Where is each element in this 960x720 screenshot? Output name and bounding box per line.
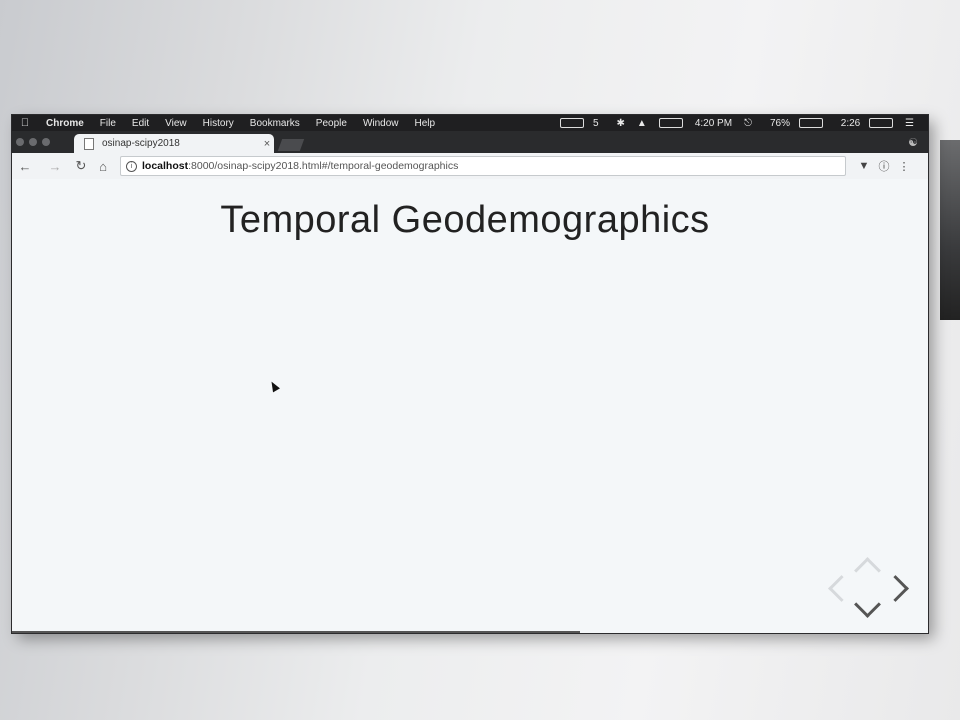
browser-toolbar: ← → ↻ ⌂ i localhost:8000/osinap-scipy201…: [12, 153, 928, 180]
menu-people[interactable]: People: [308, 118, 355, 129]
keyboard-input-icon[interactable]: [653, 117, 689, 129]
mouse-cursor-icon: [268, 379, 280, 393]
page-icon: [84, 137, 94, 150]
minimize-window-button[interactable]: [29, 138, 37, 146]
apple-menu-icon[interactable]: : [12, 117, 38, 129]
menu-help[interactable]: Help: [407, 118, 444, 129]
menubar-status: 5 ✱ ▲ 4:20 PM ⎋ 76% 2:26 ☰: [554, 118, 928, 129]
nav-right-icon[interactable]: [882, 575, 909, 602]
tab-bar: osinap-scipy2018 × ☯: [12, 131, 928, 153]
bluetooth-icon[interactable]: ✱: [611, 118, 631, 129]
timer-value: 2:26: [840, 117, 861, 129]
address-bar[interactable]: i localhost:8000/osinap-scipy2018.html#/…: [120, 156, 846, 176]
menu-view[interactable]: View: [157, 118, 195, 129]
browser-window:  Chrome File Edit View History Bookmark…: [12, 115, 928, 633]
menubar-menu: Chrome File Edit View History Bookmarks …: [38, 118, 443, 129]
window-controls: [16, 138, 50, 146]
forward-arrow-icon[interactable]: →: [44, 159, 66, 174]
menu-app-chrome[interactable]: Chrome: [38, 118, 92, 129]
wifi-icon[interactable]: ▲: [631, 118, 653, 129]
reload-icon[interactable]: ↻: [70, 158, 92, 174]
nav-left-icon[interactable]: [828, 575, 855, 602]
info-icon[interactable]: i: [126, 160, 137, 172]
status-app-icon[interactable]: 5: [554, 118, 610, 129]
menu-window[interactable]: Window: [355, 118, 407, 129]
mac-menubar:  Chrome File Edit View History Bookmark…: [12, 115, 928, 131]
tab-osinap-scipy2018[interactable]: osinap-scipy2018 ×: [74, 134, 274, 153]
back-arrow-icon[interactable]: ←: [14, 159, 36, 174]
nav-up-icon[interactable]: [854, 557, 881, 584]
home-icon[interactable]: ⌂: [92, 159, 114, 174]
slide-navigation-controls: [824, 557, 914, 621]
incognito-profile-icon[interactable]: ☯: [908, 136, 918, 149]
slide-progress-bar: [12, 631, 580, 633]
slide-content: Temporal Geodemographics: [12, 179, 928, 633]
tab-close-icon[interactable]: ×: [260, 138, 274, 150]
clock-time[interactable]: 4:20 PM: [689, 118, 738, 129]
tab-title: osinap-scipy2018: [102, 138, 180, 149]
new-tab-button[interactable]: [277, 139, 305, 151]
timer-status[interactable]: 2:26: [829, 118, 899, 129]
battery-icon: [798, 117, 823, 128]
battery-status[interactable]: 76%: [758, 118, 829, 129]
extension-shield-icon[interactable]: ▼: [854, 160, 874, 172]
extension-info-icon[interactable]: ⓘ: [874, 158, 894, 174]
slide-title: Temporal Geodemographics: [220, 199, 710, 241]
url-path: :8000/osinap-scipy2018.html#/temporal-ge…: [188, 160, 459, 172]
menu-bookmarks[interactable]: Bookmarks: [242, 118, 308, 129]
menu-list-icon[interactable]: ☰: [899, 118, 920, 129]
menu-history[interactable]: History: [195, 118, 242, 129]
close-window-button[interactable]: [16, 138, 24, 146]
chrome-menu-icon[interactable]: ⋮: [894, 160, 914, 173]
background-window-edge: [940, 140, 960, 320]
menu-edit[interactable]: Edit: [124, 118, 157, 129]
nav-down-icon[interactable]: [854, 591, 881, 618]
zoom-window-button[interactable]: [42, 138, 50, 146]
status-badge-count: 5: [592, 117, 599, 129]
power-icon[interactable]: ⎋: [738, 118, 758, 129]
url-host: localhost: [142, 160, 189, 172]
battery-percent: 76%: [769, 117, 790, 129]
menu-file[interactable]: File: [92, 118, 124, 129]
timer-battery-icon: [869, 117, 894, 128]
